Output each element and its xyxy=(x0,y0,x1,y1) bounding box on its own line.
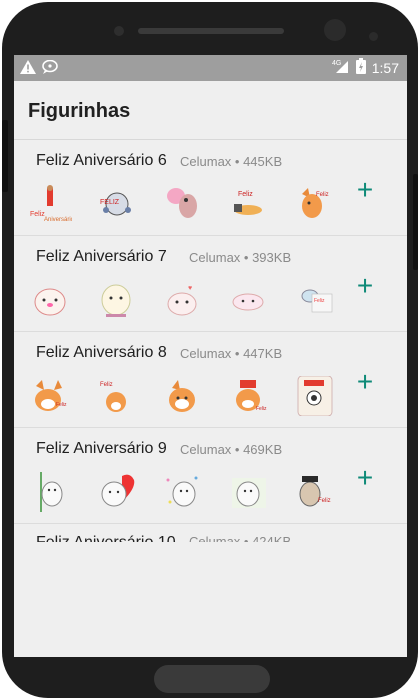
battery-icon xyxy=(355,58,366,77)
pack-name: Feliz Aniversário 8 xyxy=(36,344,167,361)
pack-meta: Celumax • 393KB xyxy=(189,250,292,265)
add-pack-button[interactable]: + xyxy=(353,464,377,492)
svg-text:4G: 4G xyxy=(332,60,341,67)
sticker-thumbnail: Feliz xyxy=(30,376,72,416)
sticker-pack-row[interactable]: Feliz Aniversário 8 Celumax • 447KB Feli… xyxy=(14,332,407,428)
earpiece xyxy=(138,28,284,34)
screen: 4G 1:57 Figurinhas Feliz Aniversário 6 C… xyxy=(14,55,407,657)
svg-text:Feliz: Feliz xyxy=(316,192,329,198)
phone-frame: 4G 1:57 Figurinhas Feliz Aniversário 6 C… xyxy=(2,2,418,698)
sticker-thumbnail xyxy=(294,375,336,417)
power-button xyxy=(413,174,418,270)
sticker-thumbnail xyxy=(30,280,72,320)
pack-name: Feliz Aniversário 10 xyxy=(36,534,176,542)
sticker-pack-row[interactable]: Feliz Aniversário 9 Celumax • 469KB Feli… xyxy=(14,428,407,524)
svg-text:Aniversário: Aniversário xyxy=(44,217,72,223)
sticker-thumbnail: Feliz xyxy=(96,376,138,416)
front-camera xyxy=(324,19,346,41)
sticker-thumbnail xyxy=(228,280,270,320)
clock: 1:57 xyxy=(371,59,399,76)
sticker-thumbnail xyxy=(162,472,204,512)
sticker-thumbnail: ♥ xyxy=(162,280,204,320)
app-bar: Figurinhas xyxy=(14,81,407,140)
add-pack-button[interactable]: + xyxy=(353,176,377,204)
sticker-thumbnail: Feliz Aniversário xyxy=(30,184,75,224)
sticker-thumbnail: Feliz xyxy=(294,472,336,512)
sticker-thumbnail: Feliz xyxy=(294,280,336,320)
svg-text:Feliz: Feliz xyxy=(56,402,67,408)
sticker-pack-row[interactable]: Feliz Aniversário 7 Celumax • 393KB ♥ Fe… xyxy=(14,236,407,332)
svg-text:FELIZ: FELIZ xyxy=(100,199,120,206)
sticker-thumbnail xyxy=(96,472,138,512)
volume-button xyxy=(2,120,8,192)
svg-text:Feliz: Feliz xyxy=(238,191,253,198)
pack-name: Feliz Aniversário 9 xyxy=(36,440,167,457)
svg-text:Feliz: Feliz xyxy=(256,406,267,412)
add-pack-button[interactable]: + xyxy=(353,368,377,396)
page-title: Figurinhas xyxy=(28,100,131,122)
sticker-thumbnail xyxy=(162,184,204,224)
sticker-thumbnail: Feliz xyxy=(228,184,270,224)
signal-icon: 4G xyxy=(332,59,350,76)
svg-text:♥: ♥ xyxy=(188,285,192,292)
pack-meta: Celumax • 445KB xyxy=(180,154,283,169)
svg-text:Feliz: Feliz xyxy=(318,498,331,504)
pack-name: Feliz Aniversário 7 xyxy=(36,248,167,265)
sticker-thumbnail: Feliz xyxy=(228,376,270,416)
pack-meta: Celumax • 447KB xyxy=(180,346,283,361)
chat-sync-icon xyxy=(42,59,58,79)
sticker-thumbnail: FELIZ xyxy=(96,184,138,224)
home-button[interactable] xyxy=(154,665,270,693)
svg-text:Feliz: Feliz xyxy=(30,211,45,218)
pack-name: Feliz Aniversário 6 xyxy=(36,152,167,169)
status-bar: 4G 1:57 xyxy=(14,55,407,81)
sticker-thumbnail xyxy=(162,376,204,416)
sticker-thumbnail xyxy=(228,472,270,512)
sensor-dot xyxy=(114,26,124,36)
sticker-pack-row[interactable]: Feliz Aniversário 6 Celumax • 445KB Feli… xyxy=(14,140,407,236)
sticker-thumbnail xyxy=(30,472,72,512)
svg-text:Feliz: Feliz xyxy=(100,382,113,388)
proximity-sensor xyxy=(369,32,378,41)
sticker-thumbnail: Feliz xyxy=(294,184,336,224)
pack-meta: Celumax • 424KB xyxy=(189,534,292,542)
add-pack-button[interactable]: + xyxy=(353,272,377,300)
warning-icon xyxy=(20,60,36,79)
pack-meta: Celumax • 469KB xyxy=(180,442,283,457)
svg-text:Feliz: Feliz xyxy=(314,298,325,304)
sticker-pack-row[interactable]: Feliz Aniversário 10 Celumax • 424KB xyxy=(14,524,407,542)
sticker-thumbnail xyxy=(96,280,138,320)
